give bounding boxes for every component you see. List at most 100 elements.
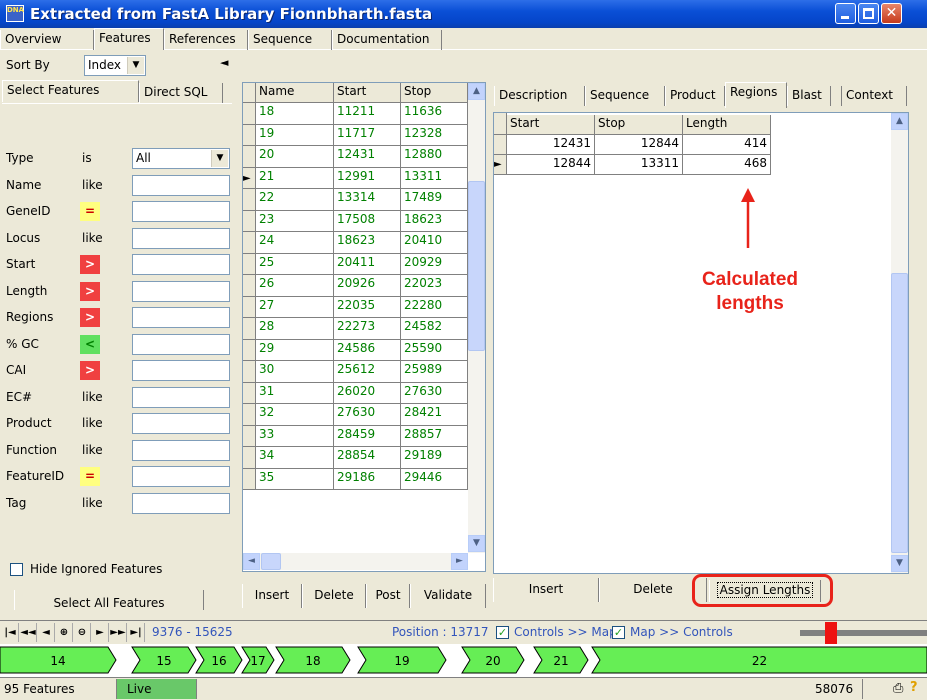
scroll-right-icon[interactable]: ► bbox=[451, 553, 468, 570]
fast-forward-icon[interactable]: ►► bbox=[110, 623, 127, 642]
row-indicator[interactable] bbox=[243, 189, 256, 211]
row-indicator[interactable]: ► bbox=[243, 167, 256, 189]
feature-cell-stop[interactable]: 11636 bbox=[401, 103, 468, 125]
feature-cell-name[interactable]: 26 bbox=[256, 275, 334, 297]
row-indicator[interactable] bbox=[243, 468, 256, 490]
region-cell-start[interactable]: 12431 bbox=[507, 135, 595, 155]
column-header-start[interactable]: Start bbox=[334, 83, 401, 103]
region-cell-stop[interactable]: 12844 bbox=[595, 135, 683, 155]
row-indicator[interactable] bbox=[243, 404, 256, 426]
tab-product[interactable]: Product bbox=[665, 86, 725, 106]
feature-cell-name[interactable]: 27 bbox=[256, 296, 334, 318]
forward-icon[interactable]: ► bbox=[92, 623, 109, 642]
feature-cell-start[interactable]: 26020 bbox=[334, 382, 401, 404]
row-indicator[interactable] bbox=[243, 339, 256, 361]
filter-input-featureid[interactable] bbox=[132, 466, 230, 487]
row-indicator[interactable] bbox=[243, 253, 256, 275]
feature-cell-name[interactable]: 20 bbox=[256, 146, 334, 168]
close-button[interactable]: ✕ bbox=[881, 3, 902, 24]
feature-cell-start[interactable]: 20411 bbox=[334, 253, 401, 275]
zoom-out-icon[interactable]: ⊖ bbox=[74, 623, 91, 642]
feature-cell-start[interactable]: 29186 bbox=[334, 468, 401, 490]
feature-cell-name[interactable]: 24 bbox=[256, 232, 334, 254]
filter-operator-geneid[interactable]: = bbox=[80, 202, 100, 221]
feature-cell-name[interactable]: 18 bbox=[256, 103, 334, 125]
filter-input-start[interactable] bbox=[132, 254, 230, 275]
tab-direct-sql[interactable]: Direct SQL bbox=[139, 83, 223, 103]
filter-input-ec[interactable] bbox=[132, 386, 230, 408]
region-column-header-stop[interactable]: Stop bbox=[595, 115, 683, 135]
row-indicator[interactable] bbox=[243, 318, 256, 340]
tab-detail-sequence[interactable]: Sequence bbox=[585, 86, 665, 106]
feature-cell-stop[interactable]: 25989 bbox=[401, 361, 468, 383]
title-bar[interactable]: DNA Extracted from FastA Library Fionnbh… bbox=[0, 0, 927, 28]
feature-cell-name[interactable]: 32 bbox=[256, 404, 334, 426]
feature-cell-name[interactable]: 29 bbox=[256, 339, 334, 361]
feature-cell-start[interactable]: 25612 bbox=[334, 361, 401, 383]
dna-app-icon[interactable]: DNA bbox=[6, 5, 24, 22]
feature-cell-stop[interactable]: 22023 bbox=[401, 275, 468, 297]
feature-cell-name[interactable]: 19 bbox=[256, 124, 334, 146]
regions-delete-button[interactable]: Delete bbox=[599, 578, 707, 602]
row-indicator[interactable] bbox=[494, 135, 507, 155]
feature-cell-start[interactable]: 11211 bbox=[334, 103, 401, 125]
last-icon[interactable]: ►| bbox=[128, 623, 145, 642]
scroll-left-icon[interactable]: ◄ bbox=[243, 553, 260, 570]
feature-cell-name[interactable]: 33 bbox=[256, 425, 334, 447]
feature-cell-start[interactable]: 11717 bbox=[334, 124, 401, 146]
row-indicator[interactable] bbox=[243, 210, 256, 232]
feature-cell-stop[interactable]: 12328 bbox=[401, 124, 468, 146]
feature-post-button[interactable]: Post bbox=[366, 584, 410, 608]
select-all-features-button[interactable]: Select All Features bbox=[14, 590, 204, 610]
feature-grid[interactable]: Name Start Stop 18 11211 11636 19 11717 12328 20… bbox=[242, 82, 486, 572]
feature-cell-start[interactable]: 22273 bbox=[334, 318, 401, 340]
feature-cell-stop[interactable]: 28857 bbox=[401, 425, 468, 447]
feature-cell-name[interactable]: 30 bbox=[256, 361, 334, 383]
region-cell-length[interactable]: 468 bbox=[683, 155, 771, 175]
printer-icon[interactable]: ⎙ bbox=[893, 681, 903, 696]
zoom-in-icon[interactable]: ⊕ bbox=[56, 623, 73, 642]
feature-cell-start[interactable]: 27630 bbox=[334, 404, 401, 426]
scroll-thumb[interactable] bbox=[468, 181, 485, 351]
tab-select-features[interactable]: Select Features bbox=[2, 80, 139, 102]
filter-operator-start[interactable]: > bbox=[80, 255, 100, 274]
tab-blast[interactable]: Blast bbox=[787, 86, 831, 106]
row-indicator[interactable] bbox=[243, 447, 256, 469]
scroll-thumb[interactable] bbox=[891, 273, 908, 553]
filter-input-tag[interactable] bbox=[132, 492, 230, 514]
filter-operator-length[interactable]: > bbox=[80, 281, 100, 301]
map-overview-track[interactable] bbox=[800, 630, 927, 636]
first-icon[interactable]: |◄ bbox=[2, 623, 19, 642]
feature-cell-stop[interactable]: 24582 bbox=[401, 318, 468, 340]
feature-cell-name[interactable]: 21 bbox=[256, 167, 334, 189]
feature-cell-start[interactable]: 28854 bbox=[334, 447, 401, 469]
region-column-header-start[interactable]: Start bbox=[507, 115, 595, 135]
filter-operator-regions[interactable]: > bbox=[80, 308, 100, 327]
feature-cell-stop[interactable]: 22280 bbox=[401, 296, 468, 318]
feature-delete-button[interactable]: Delete bbox=[302, 584, 366, 608]
tab-description[interactable]: Description bbox=[494, 86, 585, 106]
feature-cell-start[interactable]: 24586 bbox=[334, 339, 401, 361]
filter-operator-cai[interactable]: > bbox=[80, 361, 100, 380]
back-icon[interactable]: ◄ bbox=[38, 623, 55, 642]
feature-cell-start[interactable]: 20926 bbox=[334, 275, 401, 297]
filter-input-name[interactable] bbox=[132, 174, 230, 196]
row-indicator[interactable] bbox=[243, 361, 256, 383]
feature-cell-stop[interactable]: 25590 bbox=[401, 339, 468, 361]
feature-cell-start[interactable]: 28459 bbox=[334, 425, 401, 447]
help-icon[interactable]: ? bbox=[910, 680, 918, 695]
feature-cell-stop[interactable]: 20929 bbox=[401, 253, 468, 275]
scroll-down-icon[interactable]: ▼ bbox=[468, 535, 485, 552]
filter-operator-gc[interactable]: < bbox=[80, 334, 100, 354]
feature-grid-hscrollbar[interactable]: ◄ ► bbox=[243, 553, 468, 570]
feature-cell-name[interactable]: 25 bbox=[256, 253, 334, 275]
column-header-stop[interactable]: Stop bbox=[401, 83, 468, 103]
fast-back-icon[interactable]: ◄◄ bbox=[20, 623, 37, 642]
row-indicator[interactable] bbox=[243, 124, 256, 146]
filter-input-function[interactable] bbox=[132, 439, 230, 461]
feature-cell-name[interactable]: 35 bbox=[256, 468, 334, 490]
feature-cell-start[interactable]: 17508 bbox=[334, 210, 401, 232]
filter-operator-featureid[interactable]: = bbox=[80, 467, 100, 486]
tab-regions[interactable]: Regions bbox=[725, 82, 787, 108]
row-indicator[interactable] bbox=[243, 146, 256, 168]
